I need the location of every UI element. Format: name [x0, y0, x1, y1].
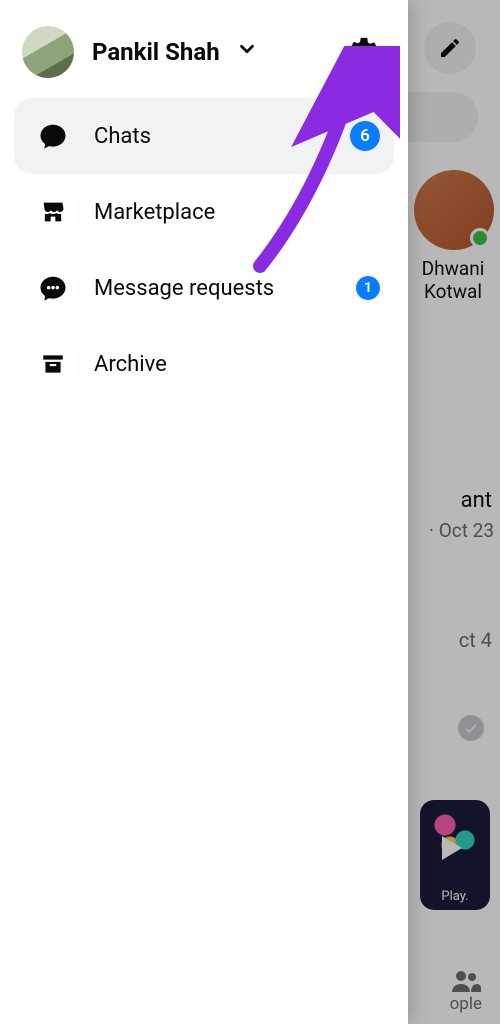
message-requests-icon [28, 263, 78, 313]
marketplace-icon [28, 187, 78, 237]
menu-item-chats[interactable]: Chats 6 [14, 98, 394, 174]
menu-item-label: Archive [94, 352, 380, 377]
menu-item-label: Message requests [94, 276, 356, 301]
menu-item-message-requests[interactable]: Message requests 1 [14, 250, 394, 326]
archive-icon [28, 339, 78, 389]
overlay-dim [408, 0, 500, 1024]
avatar[interactable] [22, 26, 74, 78]
account-switcher[interactable]: Pankil Shah [92, 38, 258, 66]
user-name-label: Pankil Shah [92, 38, 220, 66]
gear-icon [347, 35, 381, 69]
chat-icon [28, 111, 78, 161]
unread-badge: 6 [350, 121, 380, 151]
navigation-drawer: Pankil Shah Chats 6 Marketplace [0, 0, 408, 1024]
menu-item-archive[interactable]: Archive [14, 326, 394, 402]
menu-item-label: Marketplace [94, 200, 380, 225]
unread-badge: 1 [356, 276, 380, 300]
settings-button[interactable] [342, 30, 386, 74]
menu-item-label: Chats [94, 124, 350, 149]
drawer-menu: Chats 6 Marketplace Message requests 1 [0, 98, 408, 402]
chevron-down-icon [236, 38, 258, 60]
drawer-header: Pankil Shah [0, 0, 408, 98]
menu-item-marketplace[interactable]: Marketplace [14, 174, 394, 250]
